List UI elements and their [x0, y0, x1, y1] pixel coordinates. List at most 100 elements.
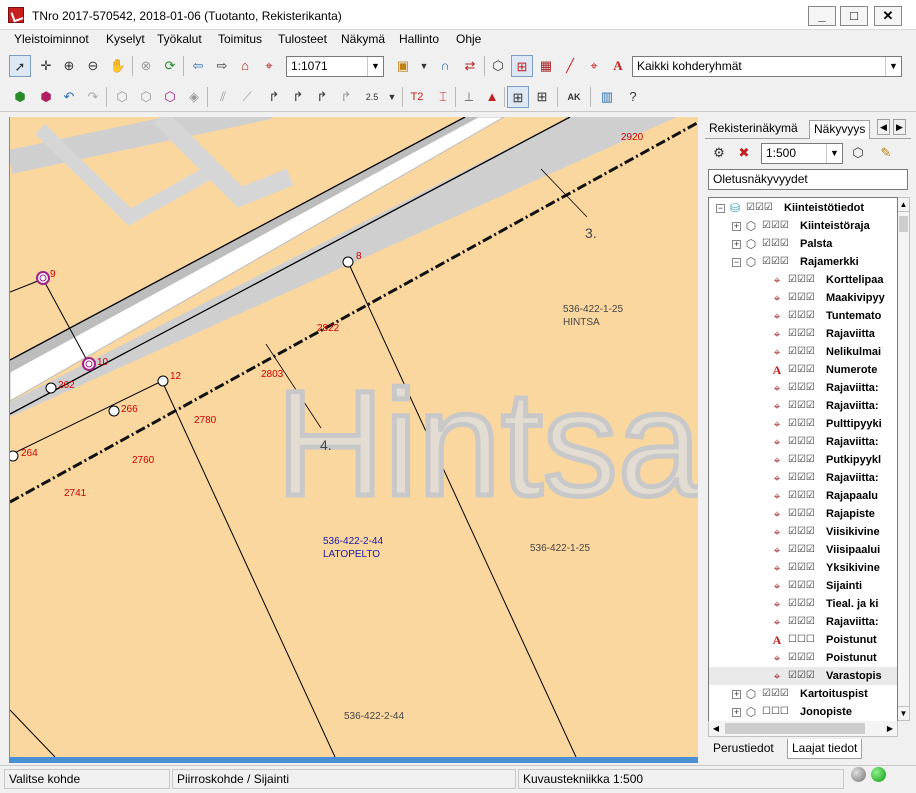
visibility-checkboxes[interactable]: ☑☑☑	[762, 235, 789, 253]
visibility-checkboxes[interactable]: ☐☐☐	[762, 703, 789, 721]
map-view[interactable]: Hintsa 9 10 262 266 264 12 8 2920 2822 2…	[9, 117, 698, 757]
tree-row[interactable]: − ⛁ ☑☑☑ Kiinteistötiedot	[709, 199, 897, 217]
vertex-move-icon[interactable]: ⟋	[236, 86, 258, 108]
visibility-checkboxes[interactable]: ☑☑☑	[762, 253, 789, 271]
tree-row[interactable]: ⌖ ☑☑☑ Tieal. ja ki	[709, 595, 897, 613]
visibility-checkboxes[interactable]: ☑☑☑	[788, 307, 815, 325]
visibility-checkboxes[interactable]: ☑☑☑	[788, 415, 815, 433]
menu-tyokalut[interactable]: Työkalut	[157, 32, 202, 46]
zoom-in-icon[interactable]: ⊕	[58, 55, 80, 77]
scroll-thumb[interactable]	[899, 216, 908, 232]
tree-row[interactable]: ⌖ ☑☑☑ Pulttipyyki	[709, 415, 897, 433]
tree-row[interactable]: ⌖ ☑☑☑ Tuntemato	[709, 307, 897, 325]
grid-toggle-icon[interactable]: ⊞	[531, 86, 553, 108]
point-move-icon[interactable]: ↱	[335, 86, 357, 108]
tab-scroll-left-icon[interactable]: ◀	[877, 119, 890, 135]
swap-icon[interactable]: ⇄	[459, 55, 481, 77]
point-remove-icon[interactable]: ↱	[311, 86, 333, 108]
visibility-checkboxes[interactable]: ☑☑☑	[788, 613, 815, 631]
tree-row[interactable]: ⌖ ☑☑☑ Korttelipaa	[709, 271, 897, 289]
view-name-field[interactable]: Oletusnäkyvyydet	[708, 169, 908, 190]
vertex-icon[interactable]: ⫽	[212, 86, 234, 108]
object-group-select[interactable]: Kaikki kohderyhmät ▼	[632, 56, 902, 77]
tree-row[interactable]: ⌖ ☑☑☑ Rajaviitta:	[709, 379, 897, 397]
cube-delete-icon[interactable]: ⬢	[35, 86, 57, 108]
shape-edit-icon[interactable]: ⬡	[159, 86, 181, 108]
tree-row[interactable]: + ⬡ ☑☑☑ Kiinteistöraja	[709, 217, 897, 235]
tree-row[interactable]: ⌖ ☑☑☑ Maakivipyy	[709, 289, 897, 307]
visibility-checkboxes[interactable]: ☑☑☑	[788, 559, 815, 577]
home-icon[interactable]: ⌂	[234, 55, 256, 77]
tree-row[interactable]: ⌖ ☑☑☑ Sijainti	[709, 577, 897, 595]
visibility-checkboxes[interactable]: ☑☑☑	[762, 685, 789, 703]
cube-settings-icon[interactable]: ⬡	[487, 55, 509, 77]
expand-icon[interactable]: +	[732, 690, 741, 699]
menu-kyselyt[interactable]: Kyselyt	[106, 32, 145, 46]
rotate-dropdown-icon[interactable]: ▼	[381, 86, 403, 108]
visibility-checkboxes[interactable]: ☑☑☑	[788, 649, 815, 667]
tree-row[interactable]: ⌖ ☑☑☑ Yksikivine	[709, 559, 897, 577]
zoom-out-icon[interactable]: ⊖	[82, 55, 104, 77]
snap-text-icon[interactable]: ⊞	[511, 55, 533, 77]
shape-cut-icon[interactable]: ⬡	[111, 86, 133, 108]
tree-row[interactable]: A ☑☑☑ Numerote	[709, 361, 897, 379]
forward-arrow-icon[interactable]: ⇨	[211, 55, 233, 77]
tree-row[interactable]: ⌖ ☑☑☑ Rajapiste	[709, 505, 897, 523]
redo-icon[interactable]: ↷	[82, 86, 104, 108]
visibility-checkboxes[interactable]: ☑☑☑	[788, 325, 815, 343]
tree-row[interactable]: ⌖ ☑☑☑ Rajaviitta	[709, 325, 897, 343]
layer-tree[interactable]: − ⛁ ☑☑☑ Kiinteistötiedot + ⬡ ☑☑☑ Kiinteistöraja…	[708, 197, 898, 737]
menu-ohje[interactable]: Ohje	[456, 32, 481, 46]
visibility-checkboxes[interactable]: ☑☑☑	[788, 577, 815, 595]
tree-row[interactable]: ⌖ ☑☑☑ Rajaviitta:	[709, 469, 897, 487]
visibility-checkboxes[interactable]: ☑☑☑	[788, 433, 815, 451]
visibility-checkboxes[interactable]: ☑☑☑	[788, 667, 815, 685]
point-insert-icon[interactable]: ↱	[287, 86, 309, 108]
tree-row[interactable]: − ⬡ ☑☑☑ Rajamerkki	[709, 253, 897, 271]
menu-tulosteet[interactable]: Tulosteet	[278, 32, 327, 46]
rotate-icon[interactable]: 2.5	[361, 86, 383, 108]
visibility-clear-icon[interactable]: ✖	[733, 142, 755, 164]
tree-row[interactable]: ⌖ ☑☑☑ Rajaviitta:	[709, 613, 897, 631]
tab-nakyvyys[interactable]: Näkyvyys	[809, 120, 871, 139]
scroll-left-icon[interactable]: ◀	[709, 721, 723, 736]
cancel-icon[interactable]: ⊗	[135, 55, 157, 77]
tree-row[interactable]: ⌖ ☑☑☑ Varastopis	[709, 667, 897, 685]
scale-select[interactable]: 1:1071 ▼	[286, 56, 384, 77]
layer-icon[interactable]: ▣	[392, 55, 414, 77]
minimize-button[interactable]: _	[808, 6, 836, 26]
tree-row[interactable]: + ⬡ ☑☑☑ Kartoituspist	[709, 685, 897, 703]
visibility-checkboxes[interactable]: ☑☑☑	[788, 541, 815, 559]
visibility-checkboxes[interactable]: ☑☑☑	[788, 595, 815, 613]
text-edit-icon[interactable]: ⌶	[432, 86, 454, 108]
line-draw-icon[interactable]: ╱	[559, 55, 581, 77]
tree-row[interactable]: ⌖ ☑☑☑ Viisikivine	[709, 523, 897, 541]
scroll-up-icon[interactable]: ▲	[898, 198, 909, 212]
collapse-icon[interactable]: −	[732, 258, 741, 267]
select-arrow-icon[interactable]: ➚	[9, 55, 31, 77]
grid-view-icon[interactable]: ⊞	[507, 86, 529, 108]
visibility-checkboxes[interactable]: ☑☑☑	[788, 379, 815, 397]
point-add-icon[interactable]: ↱	[263, 86, 285, 108]
back-arrow-icon[interactable]: ⇦	[187, 55, 209, 77]
tab-perustiedot[interactable]: Perustiedot	[709, 739, 778, 759]
magnet-icon[interactable]: ∩	[434, 55, 456, 77]
close-button[interactable]: ✕	[874, 6, 902, 26]
measure-icon[interactable]: ⟂	[458, 86, 480, 108]
cube-new-icon[interactable]: ⬢	[9, 86, 31, 108]
map-scrollbar[interactable]	[9, 757, 698, 763]
refresh-icon[interactable]: ⟳	[159, 55, 181, 77]
menu-nakyma[interactable]: Näkymä	[341, 32, 385, 46]
tree-row[interactable]: ⌖ ☑☑☑ Viisipaalui	[709, 541, 897, 559]
hatch-fill-icon[interactable]: ▦	[535, 55, 557, 77]
visibility-checkboxes[interactable]: ☑☑☑	[788, 271, 815, 289]
layer-dropdown-icon[interactable]: ▼	[413, 55, 435, 77]
visibility-checkboxes[interactable]: ☑☑☑	[746, 199, 773, 217]
point-target-icon[interactable]: ⌖	[583, 55, 605, 77]
tree-row[interactable]: ⌖ ☑☑☑ Rajaviitta:	[709, 433, 897, 451]
help-icon[interactable]: ?	[622, 86, 644, 108]
visibility-settings-icon[interactable]: ⚙	[708, 142, 730, 164]
panel-scale-select[interactable]: 1:500 ▼	[761, 143, 843, 164]
menu-yleistoiminnot[interactable]: Yleistoiminnot	[14, 32, 89, 46]
tree-row[interactable]: ⌖ ☑☑☑ Poistunut	[709, 649, 897, 667]
